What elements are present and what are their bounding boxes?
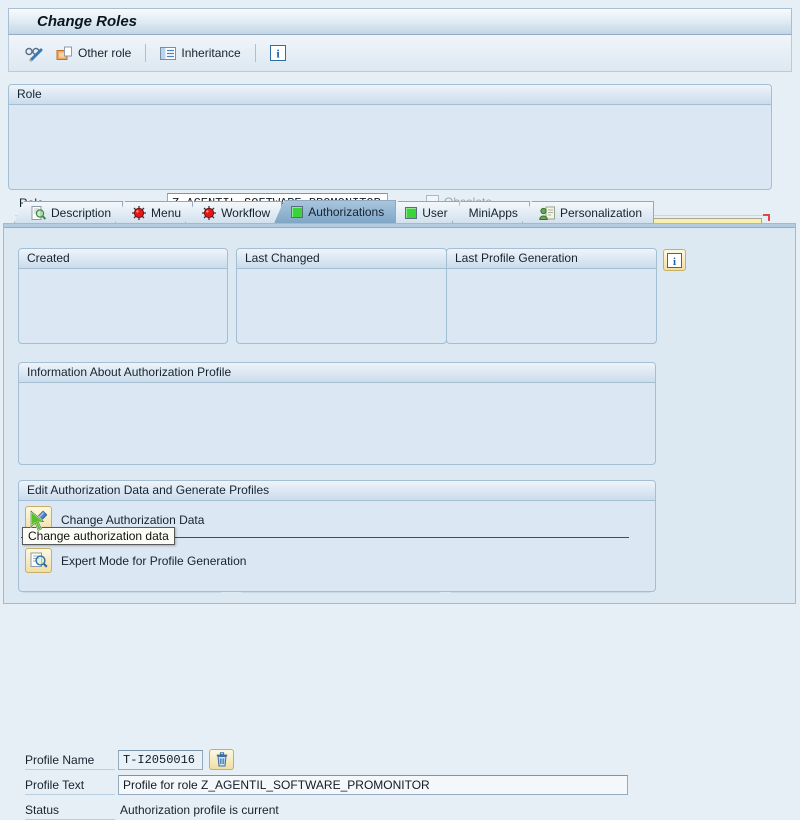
- profile-info-header: Information About Authorization Profile: [19, 363, 655, 383]
- tab-miniapps[interactable]: MiniApps: [452, 201, 530, 223]
- last-changed-groupbox: Last Changed User RBU Date 28.03.2023 Ti…: [236, 248, 447, 344]
- profile-info-groupbox: Information About Authorization Profile …: [18, 362, 656, 465]
- profile-name-label: Profile Name: [25, 753, 115, 770]
- tab-label: Workflow: [221, 206, 270, 220]
- created-header: Created: [19, 249, 227, 269]
- other-role-button[interactable]: Other role: [51, 44, 136, 63]
- row-separator: [241, 592, 440, 593]
- expert-mode-button[interactable]: [25, 548, 52, 573]
- display-document-icon: [31, 206, 46, 220]
- toolbar-separator: [145, 44, 146, 62]
- role-groupbox-header: Role: [9, 85, 771, 105]
- tab-workflow[interactable]: Workflow: [185, 201, 282, 223]
- tab-label: MiniApps: [469, 206, 518, 220]
- tab-label: Description: [51, 206, 111, 220]
- profile-name-field[interactable]: T-I2050016: [118, 750, 203, 770]
- toolbar-separator: [255, 44, 256, 62]
- green-square-icon: [405, 207, 417, 219]
- tab-label: Personalization: [560, 206, 642, 220]
- profile-text-field[interactable]: Profile for role Z_AGENTIL_SOFTWARE_PROM…: [118, 775, 628, 795]
- tab-label: User: [422, 206, 447, 220]
- info-icon: i: [667, 253, 682, 268]
- status-value: Authorization profile is current: [120, 803, 279, 817]
- row-separator: [23, 592, 221, 593]
- tab-menu[interactable]: Menu: [115, 201, 193, 223]
- tab-description[interactable]: Description: [14, 201, 123, 223]
- inheritance-button[interactable]: Inheritance: [155, 44, 245, 62]
- created-groupbox: Created User RBU Date 26.03.2021 Time 13…: [18, 248, 228, 344]
- tab-strip: Description Menu Workflow: [14, 200, 654, 223]
- last-profile-generation-groupbox: Last Profile Generation User RBU Date 28…: [446, 248, 657, 344]
- tab-user[interactable]: User: [388, 201, 459, 223]
- trash-icon: [215, 752, 229, 767]
- field-selection-marker: [763, 214, 770, 221]
- svg-text:i: i: [673, 256, 676, 268]
- inheritance-icon: [160, 47, 176, 60]
- tab-label: Menu: [151, 206, 181, 220]
- change-authorization-label: Change Authorization Data: [61, 513, 204, 527]
- row-separator: [451, 592, 650, 593]
- inheritance-label: Inheritance: [181, 46, 240, 60]
- person-icon: [539, 206, 555, 220]
- expert-glass-icon: [30, 552, 48, 569]
- status-label: Status: [25, 803, 115, 820]
- mouse-cursor: [29, 510, 48, 533]
- profile-info-button[interactable]: i: [663, 249, 686, 271]
- window-title: Change Roles: [8, 8, 792, 35]
- red-led-icon: [132, 206, 146, 220]
- display-change-button[interactable]: [19, 43, 51, 64]
- profile-text-label: Profile Text: [25, 778, 115, 795]
- expert-mode-label: Expert Mode for Profile Generation: [61, 554, 246, 568]
- display-change-icon: [24, 45, 46, 62]
- tab-label: Authorizations: [308, 205, 384, 219]
- tab-personalization[interactable]: Personalization: [522, 201, 654, 223]
- role-groupbox: Role Role Z_AGENTIL_SOFTWARE_PROMONITOR …: [8, 84, 772, 190]
- last-changed-header: Last Changed: [237, 249, 446, 269]
- other-role-icon: [56, 46, 73, 61]
- delete-profile-button[interactable]: [209, 749, 234, 770]
- info-icon: i: [270, 45, 286, 61]
- green-square-icon: [291, 206, 303, 218]
- red-led-icon: [202, 206, 216, 220]
- tab-authorizations[interactable]: Authorizations: [274, 200, 396, 223]
- info-button[interactable]: i: [265, 43, 291, 63]
- last-profile-generation-header: Last Profile Generation: [447, 249, 656, 269]
- panel-top-band: [4, 224, 795, 228]
- edit-auth-header: Edit Authorization Data and Generate Pro…: [19, 481, 655, 501]
- other-role-label: Other role: [78, 46, 131, 60]
- application-toolbar: Other role Inheritance i: [8, 35, 792, 72]
